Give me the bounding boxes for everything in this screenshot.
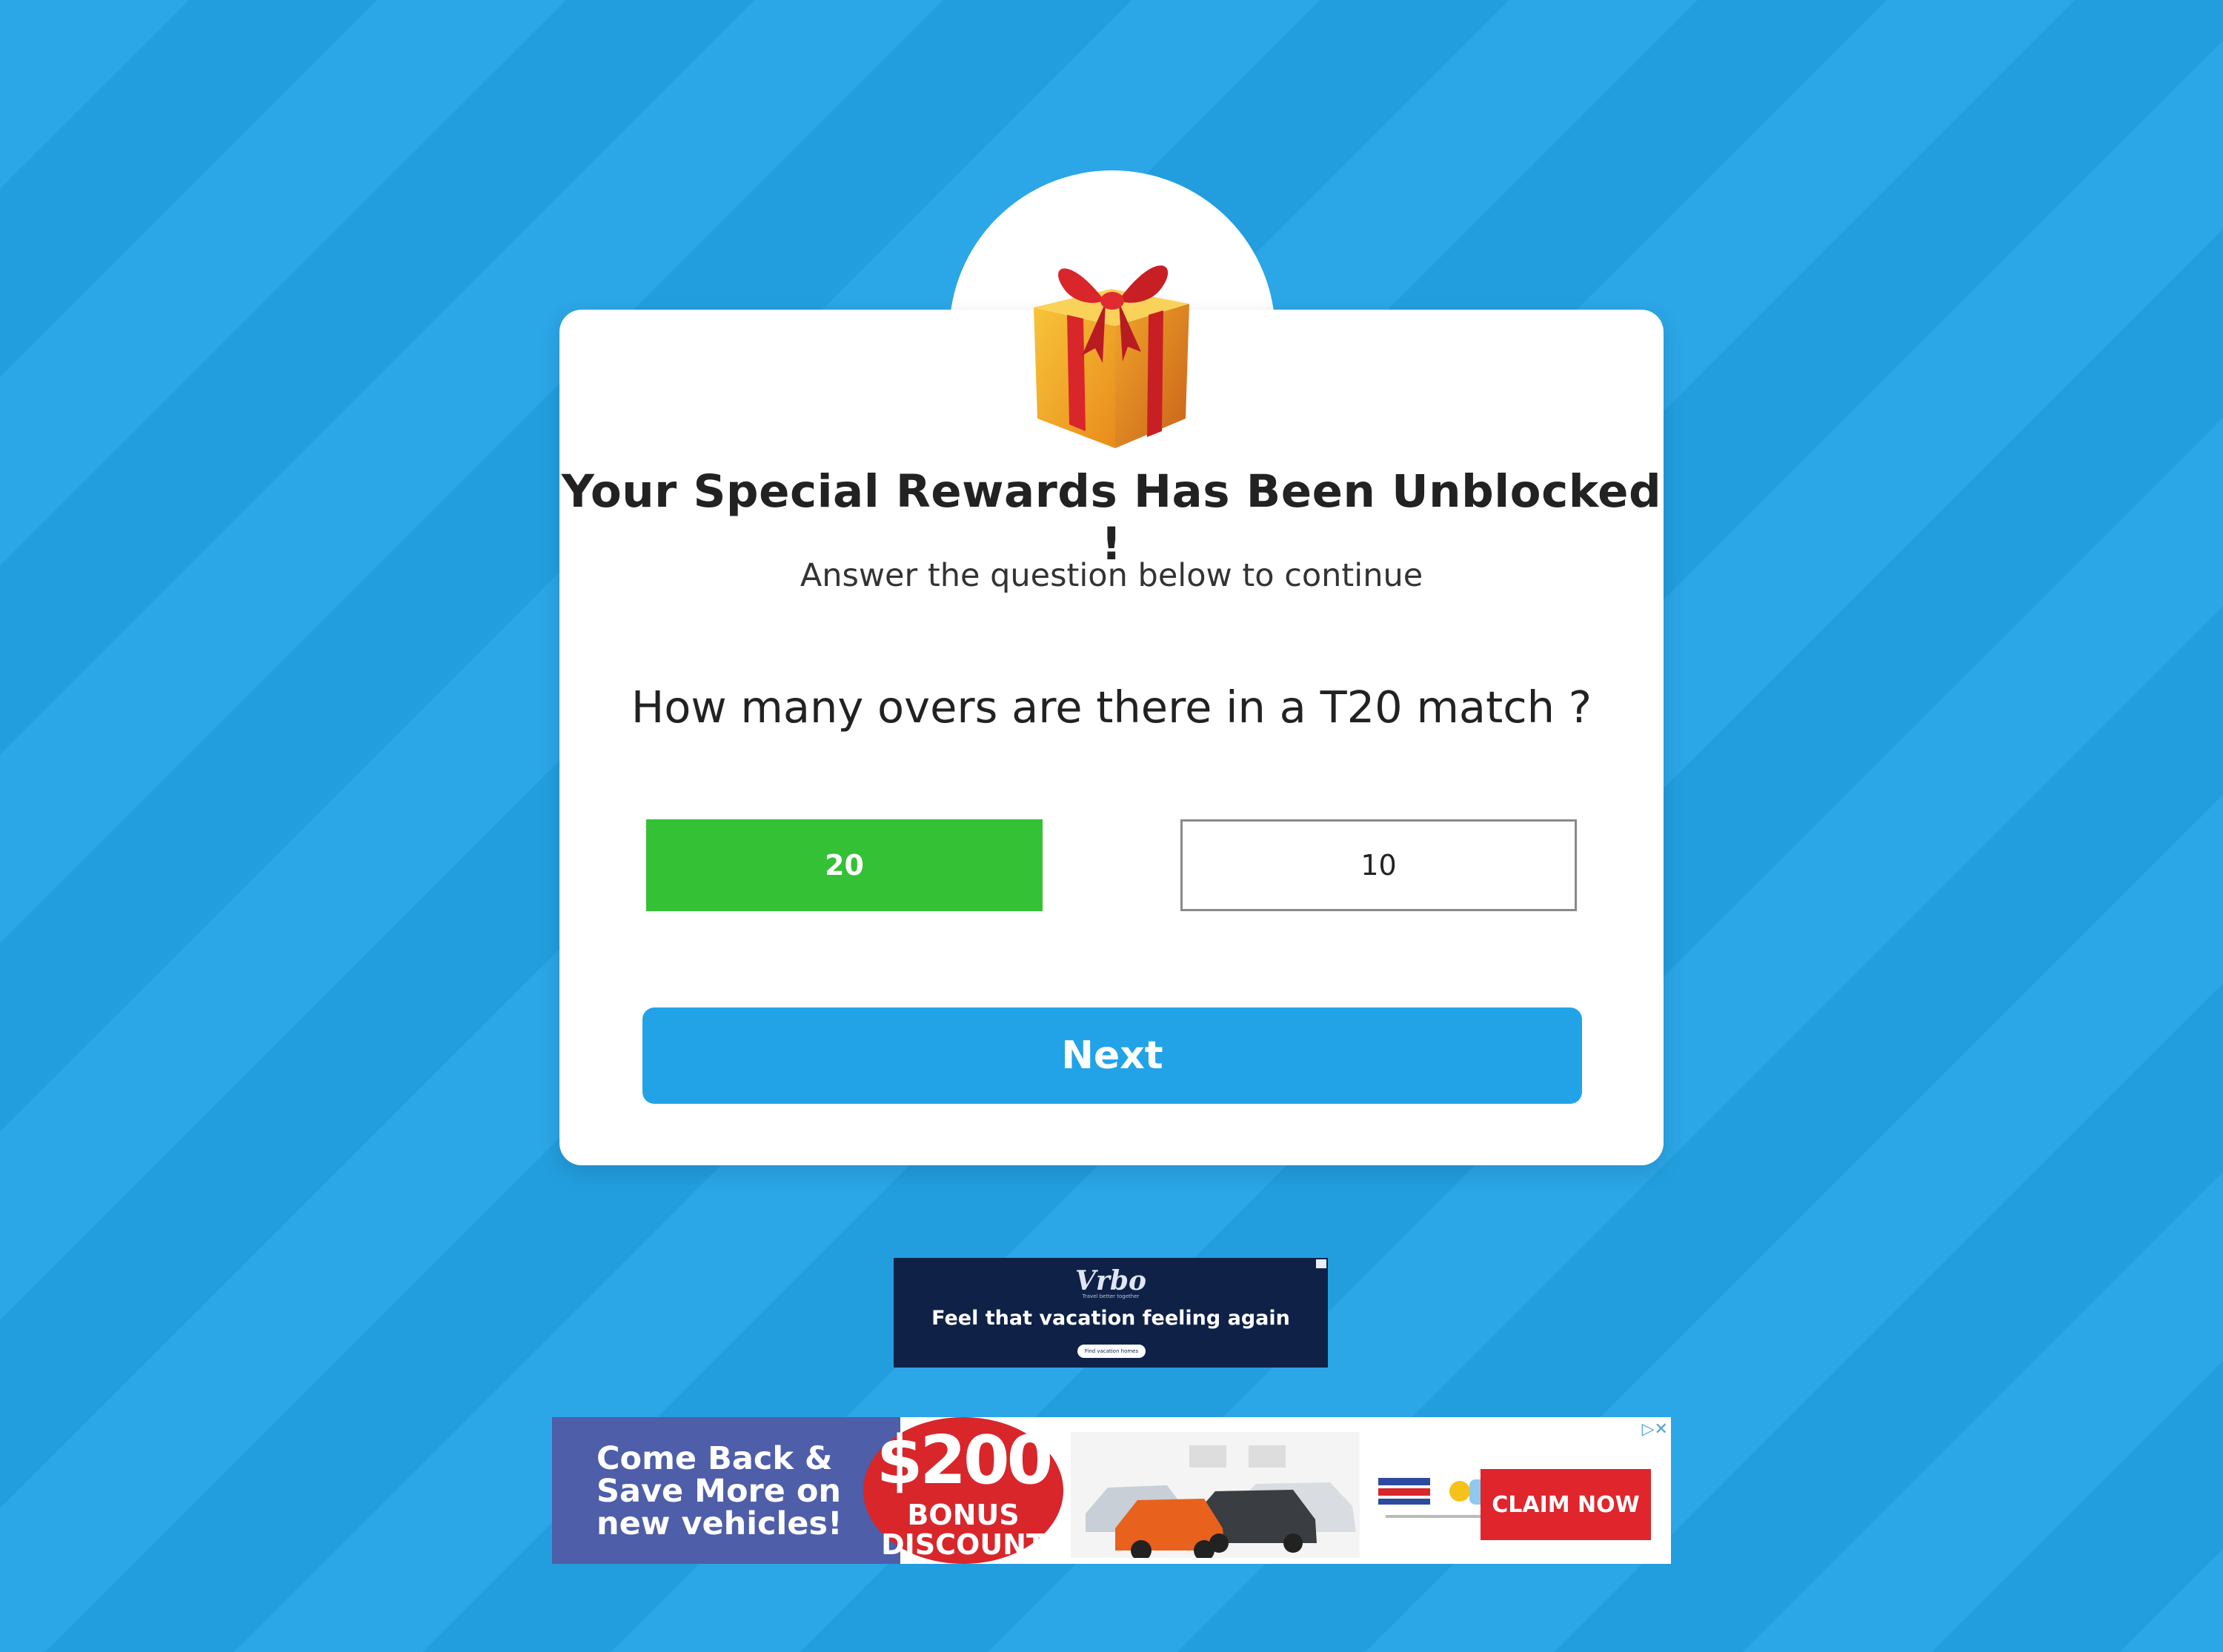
badge-line-2: DISCOUNT (881, 1528, 1046, 1561)
answer-option-10[interactable]: 10 (1180, 819, 1577, 911)
ad-button[interactable]: Find vacation homes (1077, 1345, 1146, 1358)
ad-line-1: Come Back & (597, 1440, 833, 1477)
ad-left-panel: Come Back & Save More on new vehicles! (552, 1417, 900, 1564)
vrbo-ad-banner[interactable]: Vrbo Travel better together Feel that va… (894, 1258, 1328, 1368)
ad-line-2: Save More on (597, 1473, 841, 1510)
ad-line-3: new vehicles! (597, 1505, 843, 1542)
discount-badge: $200 BONUS DISCOUNT (863, 1417, 1063, 1564)
badge-line-1: BONUS (907, 1499, 1020, 1531)
page-title: Your Special Rewards Has Been Unblocked … (561, 465, 1662, 570)
page-subtitle: Answer the question below to continue (800, 557, 1423, 594)
vrbo-logo: Vrbo (1074, 1265, 1147, 1296)
gift-box-icon (1034, 265, 1189, 448)
ad-tagline: Travel better together (1082, 1293, 1140, 1299)
answer-option-20[interactable]: 20 (646, 819, 1043, 911)
vehicle-ad-banner[interactable]: Come Back & Save More on new vehicles! $… (552, 1417, 1671, 1564)
discount-amount: $200 (876, 1422, 1054, 1499)
claim-now-button[interactable]: CLAIM NOW (1481, 1469, 1651, 1540)
vehicles-image (1071, 1432, 1360, 1558)
ad-choices-icon[interactable] (1316, 1259, 1326, 1268)
next-button[interactable]: Next (642, 1007, 1582, 1104)
quiz-question: How many overs are there in a T20 match … (631, 682, 1592, 733)
ad-close-icon[interactable]: ▷✕ (1629, 1420, 1668, 1441)
ad-headline: Feel that vacation feeling again (931, 1307, 1290, 1330)
